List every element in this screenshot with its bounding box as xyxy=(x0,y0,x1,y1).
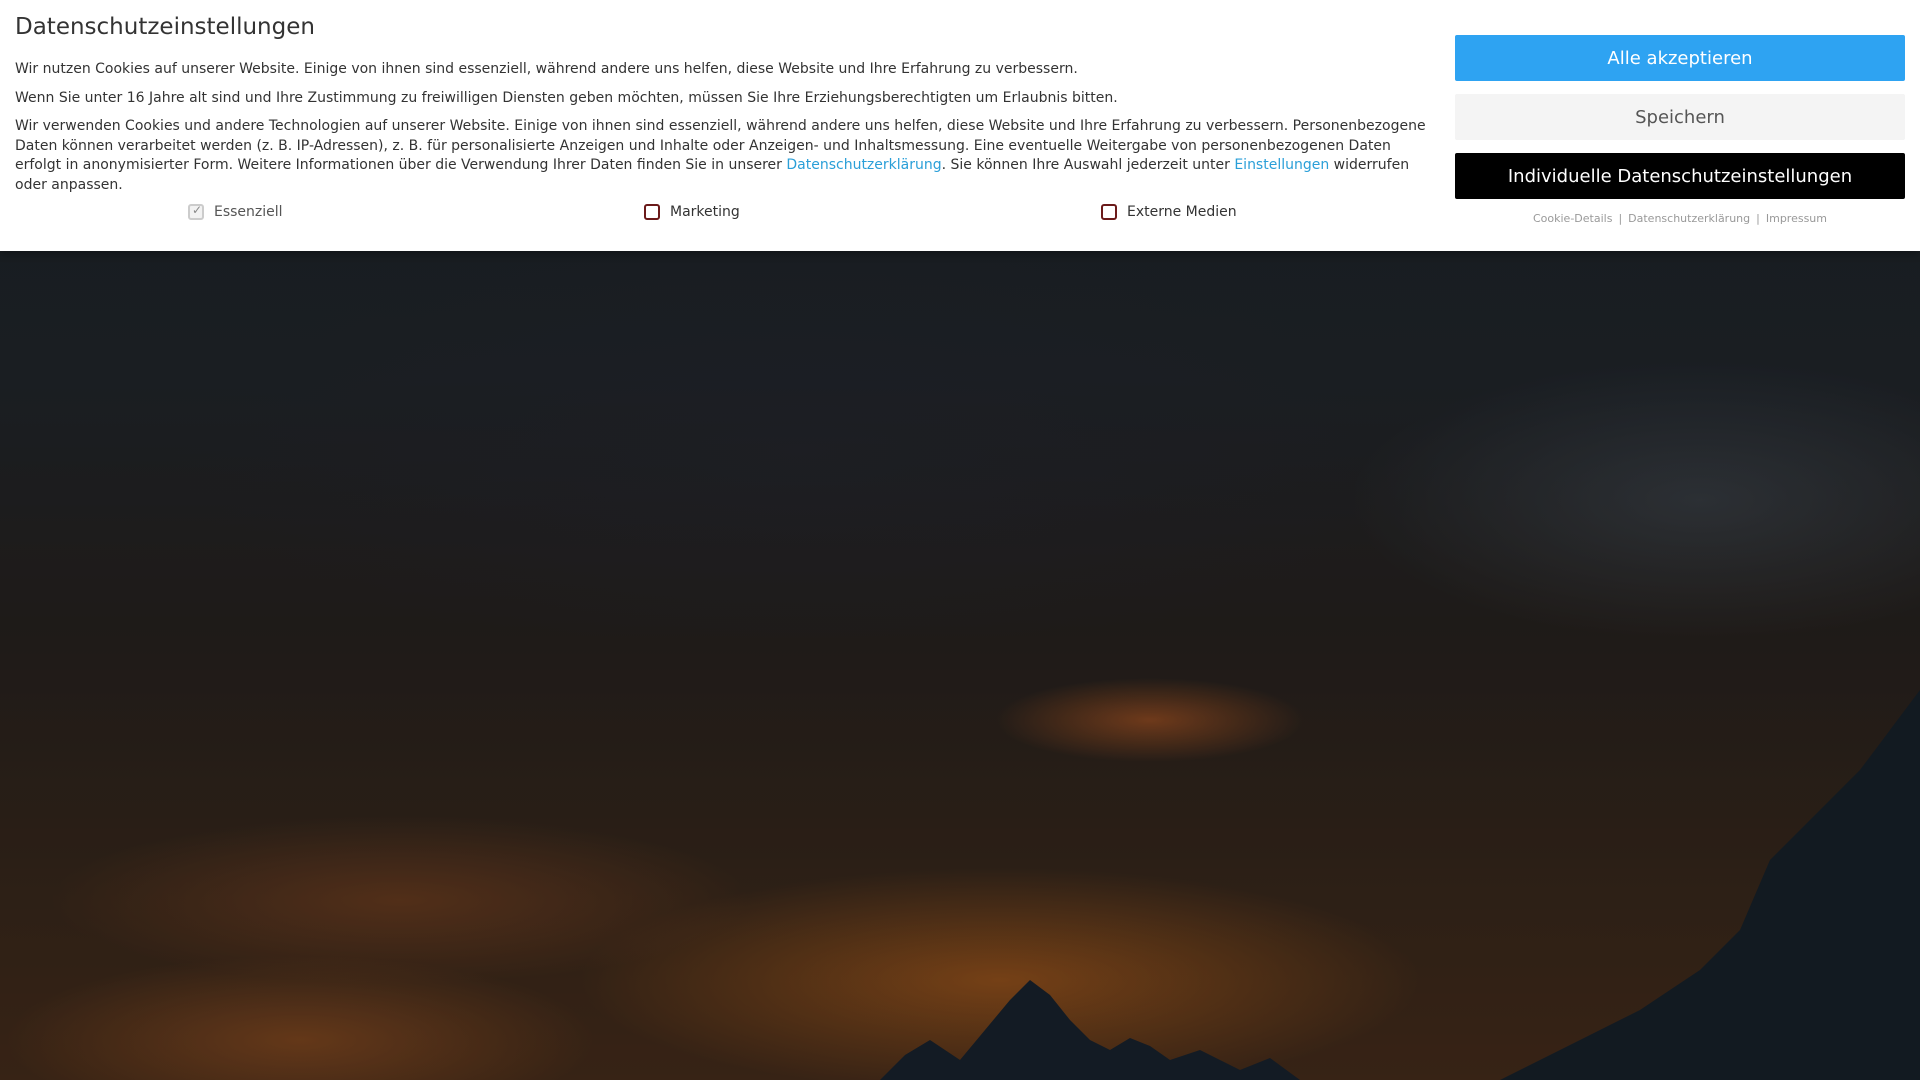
page: Datenschutzeinstellungen Wir nutzen Cook… xyxy=(0,0,1920,1080)
accept-all-button[interactable]: Alle akzeptieren xyxy=(1455,35,1905,81)
details-text-2: . Sie können Ihre Auswahl jederzeit unte… xyxy=(941,157,1235,173)
cookie-consent-banner: Datenschutzeinstellungen Wir nutzen Cook… xyxy=(0,0,1920,251)
essenziell-checkbox xyxy=(188,203,204,220)
privacy-policy-link[interactable]: Datenschutzerklärung xyxy=(786,157,941,173)
imprint-link[interactable]: Impressum xyxy=(1766,212,1827,225)
externe-medien-label[interactable]: Externe Medien xyxy=(1127,204,1237,220)
intro-paragraph: Wir nutzen Cookies auf unserer Website. … xyxy=(15,61,1078,77)
banner-footer-links: Cookie-Details | Datenschutzerklärung | Impr… xyxy=(1455,212,1905,225)
age-notice-paragraph: Wenn Sie unter 16 Jahre alt sind und Ihr… xyxy=(15,89,1118,106)
save-button[interactable]: Speichern xyxy=(1455,94,1905,140)
footer-privacy-link[interactable]: Datenschutzerklärung xyxy=(1628,212,1750,225)
essenziell-label: Essenziell xyxy=(214,204,283,220)
marketing-label[interactable]: Marketing xyxy=(670,204,740,220)
banner-content: Datenschutzeinstellungen Wir nutzen Cook… xyxy=(15,10,1435,230)
category-marketing[interactable]: Marketing xyxy=(644,204,740,220)
individual-settings-button[interactable]: Individuelle Datenschutzeinstellungen xyxy=(1455,153,1905,199)
category-externe-medien[interactable]: Externe Medien xyxy=(1101,204,1237,220)
settings-link[interactable]: Einstellungen xyxy=(1234,157,1329,173)
banner-actions: Alle akzeptieren Speichern Individuelle … xyxy=(1455,35,1905,225)
category-essenziell: Essenziell xyxy=(188,203,283,220)
link-separator: | xyxy=(1618,212,1623,225)
link-separator: | xyxy=(1756,212,1760,225)
externe-medien-checkbox[interactable] xyxy=(1101,204,1117,220)
consent-categories: Essenziell Marketing Externe Medien xyxy=(15,203,1435,230)
marketing-checkbox[interactable] xyxy=(644,204,660,220)
banner-title: Datenschutzeinstellungen xyxy=(15,14,315,40)
cookie-details-link[interactable]: Cookie-Details xyxy=(1533,212,1612,225)
details-paragraph: Wir verwenden Cookies und andere Technol… xyxy=(15,117,1435,195)
